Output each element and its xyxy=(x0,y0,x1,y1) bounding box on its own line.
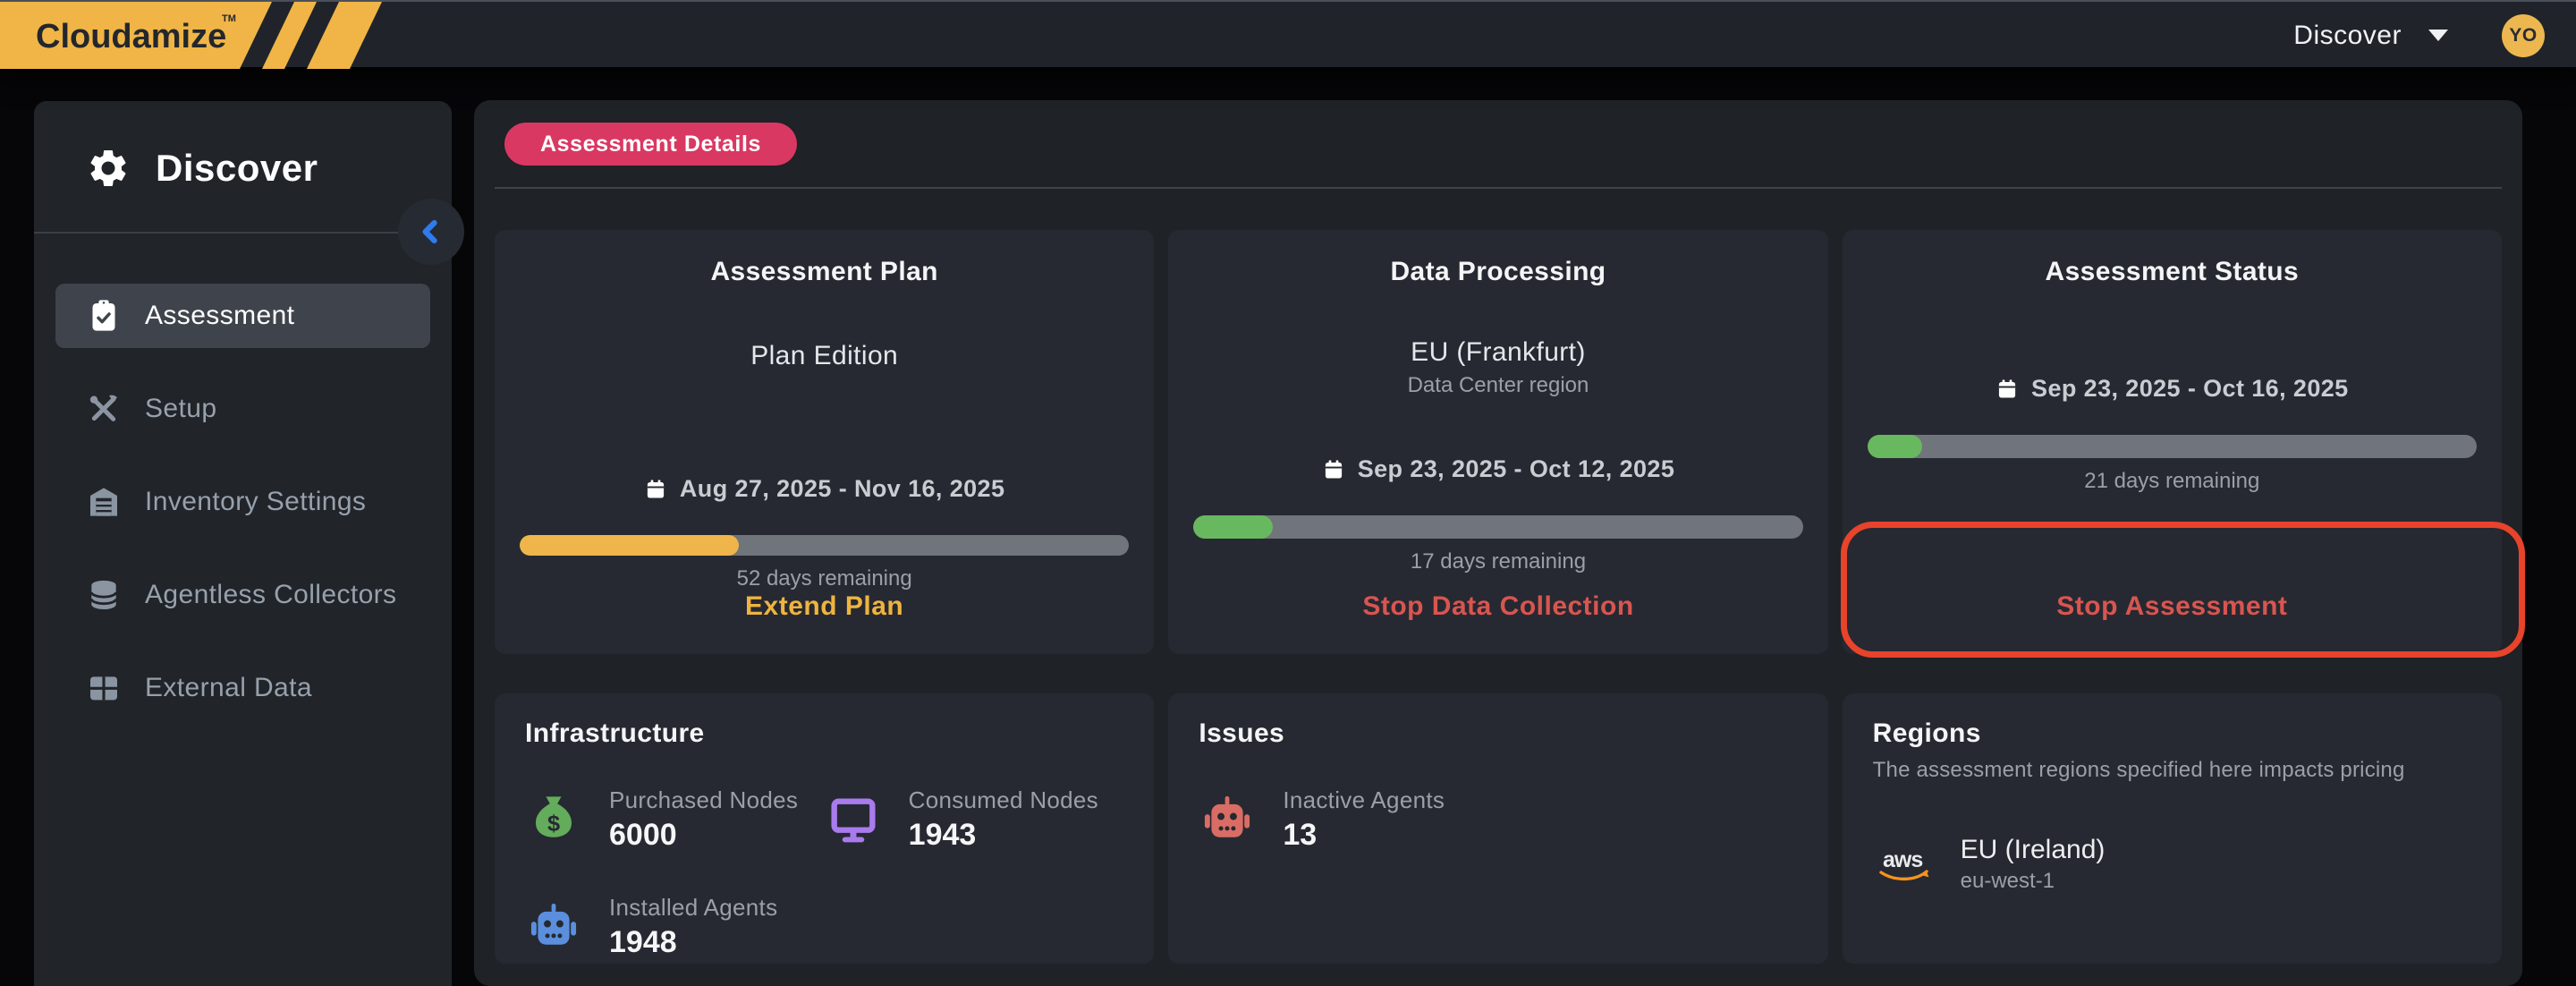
clipboard-check-icon xyxy=(86,298,122,334)
money-bag-icon: $ xyxy=(525,791,582,848)
main-panel: Assessment Details Assessment Plan Plan … xyxy=(474,100,2522,986)
processing-progress-fill xyxy=(1193,515,1273,539)
region-name: EU (Ireland) xyxy=(1961,835,2106,865)
top-bar: Cloudamize TM Discover YO xyxy=(0,0,2576,67)
plan-date-range: Aug 27, 2025 - Nov 16, 2025 xyxy=(644,475,1005,503)
stat-installed-agents: Installed Agents 1948 xyxy=(525,894,825,960)
assessment-details-badge[interactable]: Assessment Details xyxy=(504,123,797,166)
sidebar-item-label: External Data xyxy=(145,673,312,703)
stat-consumed-nodes: Consumed Nodes 1943 xyxy=(825,786,1124,853)
chevron-left-icon xyxy=(416,217,446,247)
tools-icon xyxy=(86,391,122,427)
extend-plan-button[interactable]: Extend Plan xyxy=(745,591,903,622)
stat-label: Purchased Nodes xyxy=(609,786,798,814)
plan-edition: Plan Edition xyxy=(750,341,898,371)
logo-stripe xyxy=(262,2,317,69)
infrastructure-stats: $ Purchased Nodes 6000 xyxy=(525,786,1123,960)
processing-region-caption: Data Center region xyxy=(1408,373,1589,398)
issues-card: Issues xyxy=(1168,693,1827,964)
card-title: Regions xyxy=(1873,718,1981,749)
sidebar-item-label: Inventory Settings xyxy=(145,487,366,517)
stat-label: Consumed Nodes xyxy=(909,786,1098,814)
card-title: Infrastructure xyxy=(525,718,705,749)
plan-days-remaining: 52 days remaining xyxy=(737,566,912,591)
sidebar-item-assessment[interactable]: Assessment xyxy=(55,284,430,348)
sidebar-item-setup[interactable]: Setup xyxy=(55,377,430,441)
card-title: Assessment Status xyxy=(2046,257,2300,287)
discover-dashboard-page: Cloudamize TM Discover YO Discover xyxy=(0,0,2576,986)
processing-region: EU (Frankfurt) xyxy=(1411,337,1586,368)
robot-icon xyxy=(1199,791,1256,848)
processing-date-range: Sep 23, 2025 - Oct 12, 2025 xyxy=(1322,455,1675,483)
stat-value: 1943 xyxy=(909,818,1098,853)
card-title: Issues xyxy=(1199,718,1284,749)
calendar-icon xyxy=(1996,378,2019,401)
gear-icon xyxy=(86,146,131,191)
regions-card: Regions The assessment regions specified… xyxy=(1843,693,2502,964)
calendar-icon xyxy=(1322,458,1345,481)
stat-value: 6000 xyxy=(609,818,798,853)
sidebar-item-external-data[interactable]: External Data xyxy=(55,656,430,720)
avatar[interactable]: YO xyxy=(2502,14,2545,57)
infrastructure-card: Infrastructure $ Purchased Nodes 6000 xyxy=(495,693,1154,964)
regions-subtitle: The assessment regions specified here im… xyxy=(1873,758,2405,783)
stat-label: Installed Agents xyxy=(609,894,777,922)
data-processing-card: Data Processing EU (Frankfurt) Data Cent… xyxy=(1168,230,1827,654)
topbar-discover-menu[interactable]: Discover xyxy=(2293,21,2402,51)
sidebar-collapse-button[interactable] xyxy=(398,199,464,265)
sidebar-item-label: Assessment xyxy=(145,301,294,331)
main-divider xyxy=(495,187,2502,189)
stop-data-collection-button[interactable]: Stop Data Collection xyxy=(1362,591,1633,622)
stat-value: 1948 xyxy=(609,925,777,960)
stop-assessment-button[interactable]: Stop Assessment xyxy=(2056,591,2287,622)
date-range-text: Sep 23, 2025 - Oct 16, 2025 xyxy=(2031,375,2349,403)
topbar-right-group: Discover YO xyxy=(2293,2,2545,69)
stat-label: Inactive Agents xyxy=(1283,786,1445,814)
assessment-plan-card: Assessment Plan Plan Edition Aug 27, 202… xyxy=(495,230,1154,654)
brand-trademark: TM xyxy=(222,13,236,24)
stat-inactive-agents: Inactive Agents 13 xyxy=(1199,786,1498,853)
issues-stats: Inactive Agents 13 xyxy=(1199,786,1797,853)
processing-days-remaining: 17 days remaining xyxy=(1411,549,1586,574)
svg-text:$: $ xyxy=(547,811,560,836)
processing-progress-track xyxy=(1193,515,1802,539)
database-icon xyxy=(86,577,122,613)
status-progress-track xyxy=(1868,435,2477,458)
cloudamize-logo[interactable]: Cloudamize TM xyxy=(0,2,394,69)
brand-wordmark: Cloudamize xyxy=(36,18,226,55)
status-progress-fill xyxy=(1868,435,1922,458)
card-title: Data Processing xyxy=(1390,257,1606,287)
card-title: Assessment Plan xyxy=(710,257,937,287)
monitor-icon xyxy=(825,791,882,848)
date-range-text: Aug 27, 2025 - Nov 16, 2025 xyxy=(680,475,1005,503)
status-days-remaining: 21 days remaining xyxy=(2084,469,2259,494)
plan-progress-track xyxy=(520,535,1129,556)
cards-grid: Assessment Plan Plan Edition Aug 27, 202… xyxy=(495,230,2502,964)
sidebar-item-inventory-settings[interactable]: Inventory Settings xyxy=(55,470,430,534)
svg-text:aws: aws xyxy=(1883,847,1922,872)
sidebar-nav: Assessment Setup In xyxy=(34,284,452,720)
stat-purchased-nodes: $ Purchased Nodes 6000 xyxy=(525,786,825,853)
sidebar: Discover Assessment xyxy=(34,101,452,986)
sidebar-title: Discover xyxy=(156,147,318,190)
stat-value: 13 xyxy=(1283,818,1445,853)
assessment-status-card: Assessment Status Sep 23, 2025 - Oct 16,… xyxy=(1843,230,2502,654)
aws-logo-icon: aws xyxy=(1873,843,1937,886)
warehouse-icon xyxy=(86,484,122,520)
calendar-icon xyxy=(644,478,667,501)
region-row-aws: aws EU (Ireland) eu-west-1 xyxy=(1873,835,2106,894)
table-icon xyxy=(86,670,122,706)
sidebar-header: Discover xyxy=(34,101,452,191)
date-range-text: Sep 23, 2025 - Oct 12, 2025 xyxy=(1358,455,1675,483)
sidebar-divider xyxy=(34,232,452,234)
sidebar-item-label: Setup xyxy=(145,394,216,424)
sidebar-item-label: Agentless Collectors xyxy=(145,580,396,610)
logo-stripe xyxy=(307,2,382,69)
status-date-range: Sep 23, 2025 - Oct 16, 2025 xyxy=(1996,375,2349,403)
robot-icon xyxy=(525,898,582,956)
sidebar-item-agentless-collectors[interactable]: Agentless Collectors xyxy=(55,563,430,627)
region-code: eu-west-1 xyxy=(1961,869,2106,894)
plan-progress-fill xyxy=(520,535,739,556)
chevron-down-icon[interactable] xyxy=(2428,30,2448,41)
